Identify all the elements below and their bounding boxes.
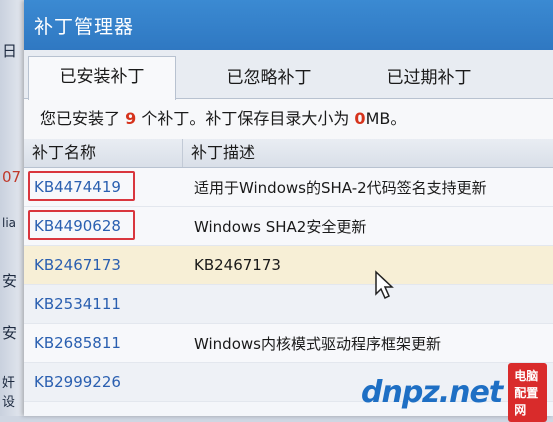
patch-description: Windows SHA2安全更新	[194, 217, 367, 236]
window-title: 补丁管理器	[34, 15, 135, 38]
background-text: 奸设	[2, 376, 16, 410]
watermark-logo: dnpz.net	[361, 374, 503, 410]
patch-name: KB2534111	[34, 295, 121, 313]
tab-bar: 已安装补丁 已忽略补丁 已过期补丁	[24, 50, 553, 100]
tab-ignored-patches[interactable]: 已忽略补丁	[194, 58, 344, 98]
table-row[interactable]: KB2685811 Windows内核模式驱动程序框架更新	[24, 324, 553, 363]
background-text: 日	[2, 42, 18, 60]
install-summary: 您已安装了 9 个补丁。补丁保存目录大小为 0MB。	[24, 99, 553, 139]
size-unit: MB。	[365, 109, 407, 128]
column-header-description[interactable]: 补丁描述	[183, 139, 553, 167]
patch-table: 补丁名称 补丁描述 KB4474419 适用于Windows的SHA-2代码签名…	[24, 139, 553, 402]
background-text: 安	[2, 272, 18, 290]
table-row[interactable]: KB2534111	[24, 285, 553, 324]
tab-installed-patches[interactable]: 已安装补丁	[28, 56, 176, 100]
highlight-box	[28, 210, 135, 240]
table-header: 补丁名称 补丁描述	[24, 139, 553, 168]
patch-description: 适用于Windows的SHA-2代码签名支持更新	[194, 178, 487, 197]
background-text: 07	[2, 168, 22, 186]
tab-expired-patches[interactable]: 已过期补丁	[354, 58, 504, 98]
column-header-name[interactable]: 补丁名称	[24, 139, 183, 167]
summary-middle: 个补丁。补丁保存目录大小为	[136, 109, 355, 128]
mouse-cursor-icon	[375, 270, 394, 300]
table-row[interactable]: KB2467173 KB2467173	[24, 246, 553, 285]
summary-prefix: 您已安装了	[40, 109, 126, 128]
installed-count: 9	[125, 109, 137, 128]
watermark: dnpz.net 电脑配置网	[361, 362, 547, 422]
table-row[interactable]: KB4474419 适用于Windows的SHA-2代码签名支持更新	[24, 168, 553, 207]
patch-description: Windows内核模式驱动程序框架更新	[194, 334, 441, 353]
highlight-box	[28, 171, 135, 201]
table-row[interactable]: KB4490628 Windows SHA2安全更新	[24, 207, 553, 246]
title-bar[interactable]: 补丁管理器	[24, 0, 553, 50]
patch-manager-window: 补丁管理器 已安装补丁 已忽略补丁 已过期补丁 您已安装了 9 个补丁。补丁保存…	[24, 0, 553, 416]
background-window-strip: 日 07 lia 安 安 奸设	[0, 0, 24, 416]
watermark-badge: 电脑配置网	[508, 362, 547, 422]
patch-name: KB2999226	[34, 373, 121, 391]
directory-size: 0	[354, 109, 366, 128]
patch-name: KB4474419	[24, 171, 184, 201]
patch-name: KB2467173	[34, 256, 121, 274]
background-text: 安	[2, 324, 18, 342]
background-text: lia	[2, 216, 17, 230]
patch-description: KB2467173	[194, 256, 281, 274]
patch-name: KB4490628	[24, 210, 184, 240]
patch-name: KB2685811	[34, 334, 121, 352]
